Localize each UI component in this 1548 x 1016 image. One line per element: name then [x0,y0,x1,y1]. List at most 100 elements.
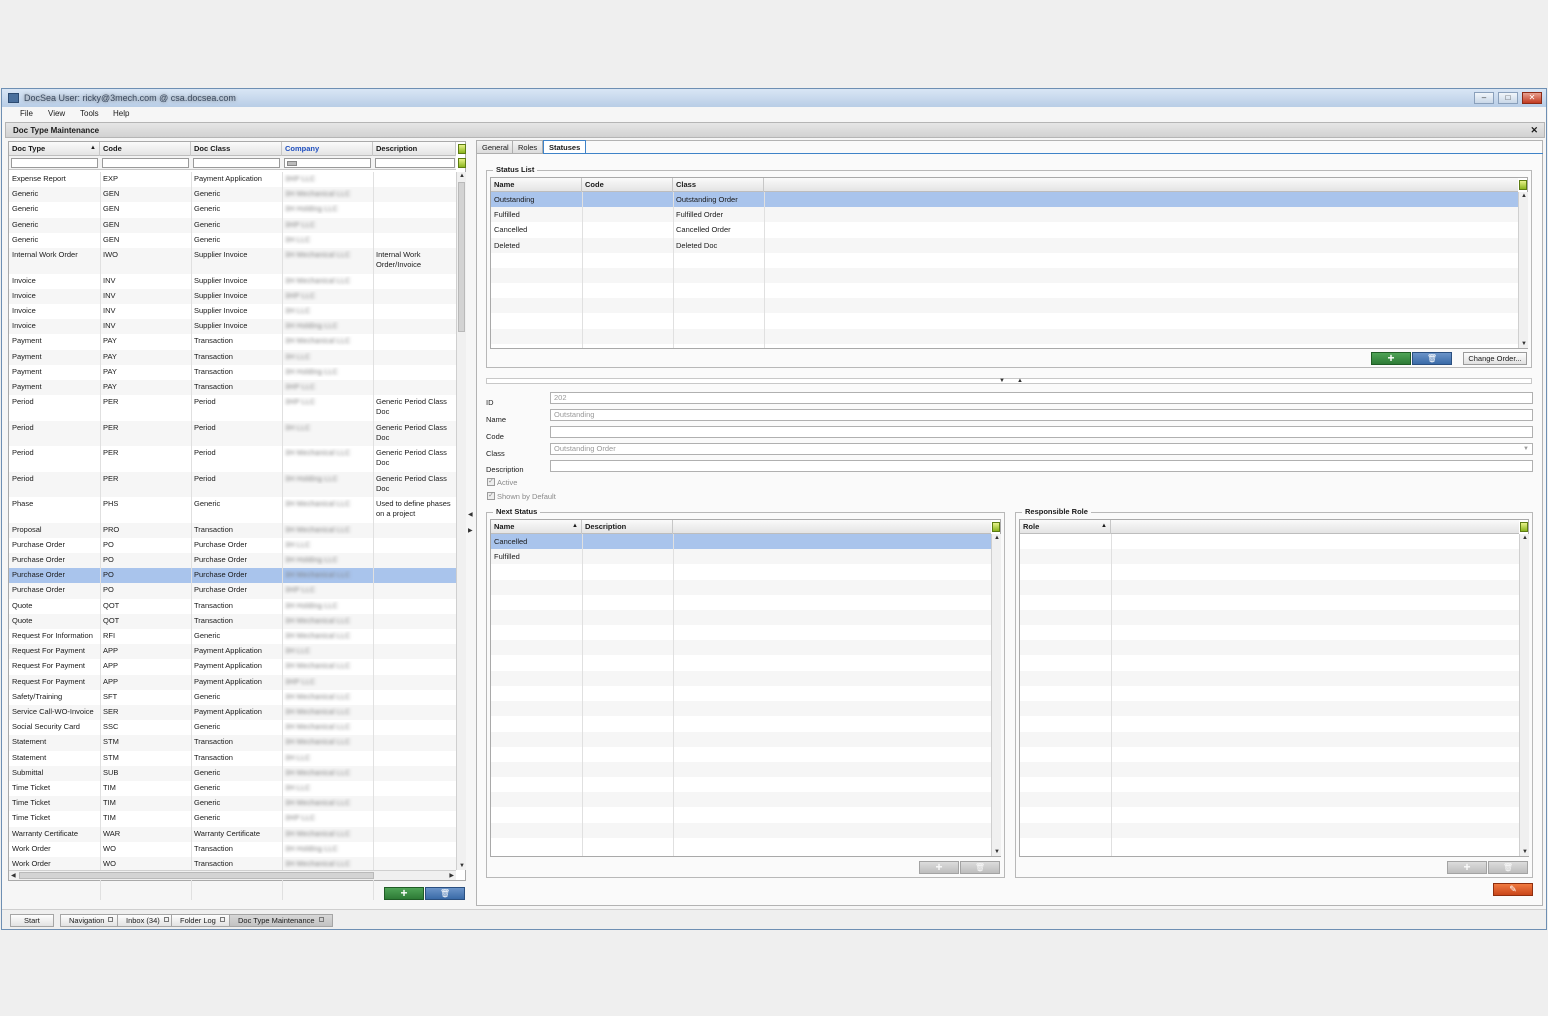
table-row[interactable]: Fulfilled [491,549,991,565]
table-row[interactable]: Deleted Deleted Doc [491,237,1518,253]
hscroll-thumb[interactable] [19,872,374,879]
table-row[interactable]: Purchase Order PO Purchase Order 3HP LLC [9,583,456,599]
menu-view[interactable]: View [48,109,65,118]
scroll-down-icon[interactable]: ▼ [1521,341,1527,347]
col-code[interactable]: Code [100,142,191,156]
table-row[interactable]: Request For Payment APP Payment Applicatio… [9,644,456,660]
filter-apply-icon[interactable] [458,158,466,168]
class-select[interactable]: Outstanding Order ▼ [550,443,1533,455]
collapse-right-icon[interactable]: ▶ [468,527,473,534]
delete-status-button[interactable]: 🗑 [1412,352,1452,365]
table-row[interactable]: Invoice INV Supplier Invoice 3H Holding LLC [9,319,456,335]
col-status-name[interactable]: Name [491,178,582,192]
col-status-code[interactable]: Code [582,178,673,192]
col-description[interactable]: Description [373,142,456,156]
table-row[interactable]: Purchase Order PO Purchase Order 3H Mechani… [9,568,456,584]
collapse-up-icon[interactable]: ▲ [1017,378,1023,384]
table-row[interactable]: Expense Report EXP Payment Application 3HP … [9,172,456,187]
table-row[interactable]: Phase PHS Generic 3H Mechanical LLC Used to … [9,497,456,523]
table-row[interactable]: Payment PAY Transaction 3HP LLC [9,379,456,396]
col-company[interactable]: Company [282,142,373,156]
table-row[interactable]: Statement STM Transaction 3H Mechanical LLC [9,735,456,751]
collapse-left-icon[interactable]: ◀ [468,511,473,518]
scroll-up-icon[interactable]: ▲ [459,173,465,179]
table-row[interactable]: Service Call-WO-Invoice SER Payment Applic… [9,705,456,721]
table-row[interactable]: Period PER Period 3HP LLC Generic Period Cla… [9,395,456,421]
col-status-class[interactable]: Class [673,178,764,192]
tab-general[interactable]: General [476,140,515,154]
scroll-down-icon[interactable]: ▼ [459,863,465,869]
table-row[interactable]: Request For Payment APP Payment Applicatio… [9,659,456,674]
delete-next-status-button[interactable]: 🗑 [960,861,1000,874]
collapse-down-icon[interactable]: ▼ [999,378,1005,384]
col-role[interactable]: Role ▲ [1020,520,1111,534]
change-order-button[interactable]: Change Order... [1463,352,1527,365]
menu-help[interactable]: Help [113,109,129,118]
tab-roles[interactable]: Roles [512,140,544,154]
tab-statuses[interactable]: Statuses [543,140,587,154]
close-panel-icon[interactable]: ✕ [1530,125,1538,136]
col-next-description[interactable]: Description [582,520,673,534]
filter-company-input[interactable] [284,158,371,168]
table-row[interactable]: Safety/Training SFT Generic 3H Mechanical L… [9,690,456,705]
delete-role-button[interactable]: 🗑 [1488,861,1528,874]
table-row[interactable]: Period PER Period 3H LLC Generic Period Clas… [9,420,456,447]
add-doc-type-button[interactable]: + [384,887,424,900]
shown-default-checkbox[interactable]: ✓ [487,492,495,500]
table-row[interactable]: Cancelled [491,534,991,549]
grid-vertical-scrollbar[interactable]: ▲ ▼ [456,172,466,870]
status-column-chooser-icon[interactable] [1519,180,1527,190]
role-column-chooser-icon[interactable] [1520,522,1528,532]
scroll-down-icon[interactable]: ▼ [994,849,1000,855]
table-row[interactable]: Generic GEN Generic 3HP LLC [9,217,456,233]
table-row[interactable]: Request For Payment APP Payment Applicatio… [9,674,456,690]
table-row[interactable]: Time Ticket TIM Generic 3HP LLC [9,811,456,826]
taskbar-inbox[interactable]: Inbox (34) [117,914,178,927]
delete-doc-type-button[interactable]: 🗑 [425,887,465,900]
maximize-button[interactable]: □ [1498,92,1518,104]
taskbar-folder-log[interactable]: Folder Log [171,914,234,927]
table-row[interactable]: Submittal SUB Generic 3H Mechanical LLC [9,765,456,781]
table-row[interactable]: Statement STM Transaction 3H LLC [9,751,456,766]
table-row[interactable]: Period PER Period 3H Holding LLC Generic Per… [9,471,456,498]
table-row[interactable]: Generic GEN Generic 3H Holding LLC [9,202,456,217]
table-row[interactable]: Cancelled Cancelled Order [491,222,1518,237]
next-status-column-chooser-icon[interactable] [992,522,1000,532]
table-row[interactable]: Purchase Order PO Purchase Order 3H Holding… [9,553,456,569]
filter-doc-class-input[interactable] [193,158,280,168]
edit-button[interactable]: ✎ [1493,883,1533,896]
table-row[interactable]: Payment PAY Transaction 3H LLC [9,349,456,365]
filter-description-input[interactable] [375,158,455,168]
scroll-thumb[interactable] [458,182,465,332]
table-row[interactable]: Invoice INV Supplier Invoice 3HP LLC [9,288,456,304]
table-row[interactable]: Time Ticket TIM Generic 3H LLC [9,781,456,796]
minimize-button[interactable]: – [1474,92,1494,104]
table-row[interactable]: Generic GEN Generic 3H Mechanical LLC [9,187,456,203]
add-status-button[interactable]: + [1371,352,1411,365]
scroll-down-icon[interactable]: ▼ [1522,849,1528,855]
scroll-left-icon[interactable]: ◀ [11,872,16,879]
close-window-button[interactable]: ✕ [1522,92,1542,104]
table-row[interactable]: Payment PAY Transaction 3H Holding LLC [9,365,456,380]
col-doc-class[interactable]: Doc Class [191,142,282,156]
table-row[interactable]: Proposal PRO Transaction 3H Mechanical LLC [9,522,456,538]
table-row[interactable]: Payment PAY Transaction 3H Mechanical LLC [9,334,456,349]
table-row[interactable]: Warranty Certificate WAR Warranty Certific… [9,826,456,842]
table-row[interactable]: Fulfilled Fulfilled Order [491,207,1518,223]
name-field[interactable]: Outstanding [550,409,1533,421]
code-field[interactable] [550,426,1533,438]
table-row[interactable]: Time Ticket TIM Generic 3H Mechanical LLC [9,796,456,812]
table-row[interactable]: Quote QOT Transaction 3H Mechanical LLC [9,613,456,629]
table-row[interactable]: Invoice INV Supplier Invoice 3H Mechanical … [9,274,456,289]
table-row[interactable]: Invoice INV Supplier Invoice 3H LLC [9,304,456,319]
add-next-status-button[interactable]: + [919,861,959,874]
taskbar-navigation[interactable]: Navigation [60,914,123,927]
table-row[interactable]: Period PER Period 3H Mechanical LLC Generic … [9,446,456,472]
table-row[interactable]: Social Security Card SSC Generic 3H Mechani… [9,720,456,735]
description-field[interactable] [550,460,1533,472]
menu-tools[interactable]: Tools [80,109,99,118]
table-row[interactable]: Work Order WO Transaction 3H Holding LLC [9,842,456,857]
menu-file[interactable]: File [20,109,33,118]
scroll-right-icon[interactable]: ▶ [449,872,454,879]
filter-doc-type-input[interactable] [11,158,98,168]
